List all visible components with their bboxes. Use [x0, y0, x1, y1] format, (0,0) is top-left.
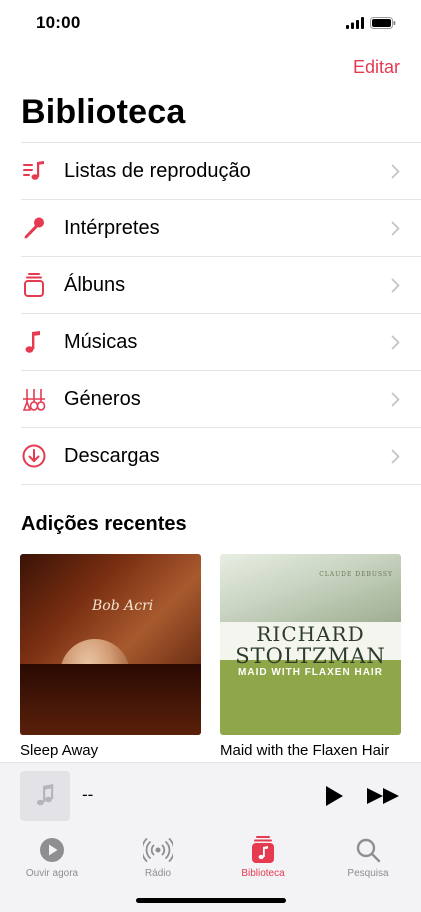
tab-label: Rádio [144, 868, 172, 879]
chevron-right-icon [391, 278, 400, 293]
mini-player-artwork [20, 771, 70, 821]
page-title: Biblioteca [21, 93, 186, 131]
album-artwork: Bob Acri [20, 554, 201, 735]
chevron-right-icon [391, 164, 400, 179]
library-item-albums[interactable]: Álbuns [21, 257, 421, 314]
album-artwork: CLAUDE DEBUSSY RICHARD STOLTZMAN MAID WI… [220, 554, 401, 735]
library-icon [248, 836, 278, 864]
radio-icon [143, 836, 173, 864]
mini-player-title: -- [82, 785, 94, 804]
album-stack-icon [21, 272, 47, 298]
album-title: Sleep Away [20, 742, 99, 759]
tab-listen-now[interactable]: Ouvir agora [7, 836, 97, 879]
status-time: 10:00 [36, 13, 81, 32]
microphone-icon [21, 215, 47, 241]
library-item-playlists[interactable]: Listas de reprodução [21, 143, 421, 200]
tab-label: Ouvir agora [25, 868, 79, 879]
album-art-text: MAID WITH FLAXEN HAIR [238, 667, 383, 678]
library-item-songs[interactable]: Músicas [21, 314, 421, 371]
section-title-recent: Adições recentes [21, 513, 187, 535]
library-item-genres[interactable]: Géneros [21, 371, 421, 428]
music-note-icon [37, 784, 54, 806]
playlist-icon [21, 158, 47, 184]
music-note-icon [21, 329, 47, 355]
album-card[interactable]: Bob Acri Sleep Away [20, 554, 201, 759]
library-item-artists[interactable]: Intérpretes [21, 200, 421, 257]
battery-icon [370, 17, 396, 29]
search-icon [353, 836, 383, 864]
album-title: Maid with the Flaxen Hair [220, 742, 390, 759]
album-art-text: RICHARD [256, 622, 365, 646]
instruments-icon [21, 386, 47, 412]
fast-forward-icon[interactable] [366, 787, 402, 805]
chevron-right-icon [391, 221, 400, 236]
tab-label: Pesquisa [347, 868, 389, 879]
album-card[interactable]: CLAUDE DEBUSSY RICHARD STOLTZMAN MAID WI… [220, 554, 401, 759]
album-art-text: Bob Acri [92, 598, 154, 614]
play-circle-icon [37, 836, 67, 864]
chevron-right-icon [391, 335, 400, 350]
home-indicator[interactable] [136, 898, 286, 903]
album-art-text: CLAUDE DEBUSSY [319, 571, 393, 578]
library-item-label: Géneros [64, 387, 141, 410]
chevron-right-icon [391, 449, 400, 464]
play-icon[interactable] [323, 785, 345, 807]
chevron-right-icon [391, 392, 400, 407]
library-list: Listas de reprodução Intérpretes Álbuns [21, 142, 421, 485]
library-item-label: Intérpretes [64, 216, 160, 239]
mini-player[interactable]: -- [0, 762, 421, 828]
tab-label: Biblioteca [241, 868, 285, 879]
tab-radio[interactable]: Rádio [113, 836, 203, 879]
edit-button[interactable]: Editar [353, 57, 400, 78]
download-icon [21, 443, 47, 469]
library-item-downloads[interactable]: Descargas [21, 428, 421, 485]
cellular-signal-icon [346, 17, 364, 29]
library-item-label: Descargas [64, 444, 160, 467]
library-item-label: Músicas [64, 330, 138, 353]
album-art-text: STOLTZMAN [235, 644, 386, 668]
status-bar: 10:00 [0, 0, 421, 46]
library-item-label: Listas de reprodução [64, 159, 251, 182]
tab-library[interactable]: Biblioteca [218, 836, 308, 879]
tab-search[interactable]: Pesquisa [323, 836, 413, 879]
library-item-label: Álbuns [64, 273, 126, 296]
